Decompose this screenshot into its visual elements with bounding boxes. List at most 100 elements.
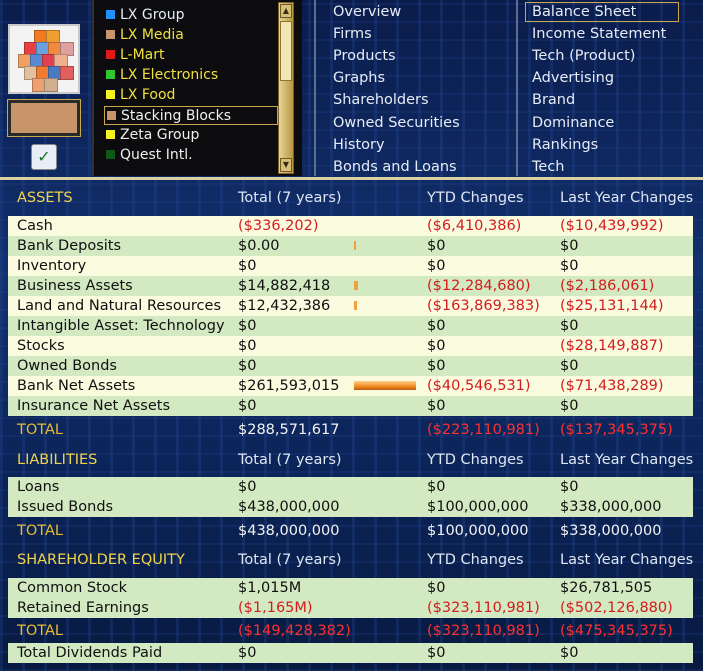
firm-item-label: LX Food bbox=[120, 87, 176, 103]
company-logo-blocks-icon[interactable] bbox=[8, 24, 80, 94]
row-label: TOTAL bbox=[17, 523, 63, 539]
firm-item[interactable]: L-Mart bbox=[106, 46, 276, 65]
column-header-ytd: YTD Changes bbox=[427, 552, 524, 568]
cell-ytd: $0 bbox=[427, 645, 446, 661]
report-menu-item[interactable]: Dominance bbox=[532, 113, 614, 133]
cell-ytd: $0 bbox=[427, 338, 446, 354]
total-row: TOTAL $288,571,617 ($223,110,981) ($137,345… bbox=[8, 420, 693, 440]
row-label: Stocks bbox=[17, 338, 65, 354]
cell-total: $261,593,015 bbox=[238, 378, 340, 394]
cell-last-year: ($10,439,992) bbox=[560, 218, 664, 234]
firm-color-icon bbox=[106, 70, 115, 79]
row-label: TOTAL bbox=[17, 422, 63, 438]
cell-last-year: ($71,438,289) bbox=[560, 378, 664, 394]
firm-item[interactable]: LX Food bbox=[106, 86, 276, 105]
cell-last-year: $0 bbox=[560, 358, 579, 374]
cell-last-year: $0 bbox=[560, 318, 579, 334]
report-menu-item[interactable]: Brand bbox=[532, 90, 575, 110]
firm-item[interactable]: Stacking Blocks bbox=[104, 106, 278, 125]
firm-color-swatch[interactable] bbox=[7, 99, 81, 137]
cell-last-year: ($2,186,061) bbox=[560, 278, 655, 294]
firm-item[interactable]: LX Group bbox=[106, 6, 276, 25]
cell-last-year: $0 bbox=[560, 398, 579, 414]
row-label: Insurance Net Assets bbox=[17, 398, 171, 414]
column-header-ytd: YTD Changes bbox=[427, 190, 524, 206]
cell-ytd: $0 bbox=[427, 580, 446, 596]
firm-item[interactable]: LX Electronics bbox=[106, 66, 276, 85]
cell-ytd: $0 bbox=[427, 318, 446, 334]
report-menu-item[interactable]: Products bbox=[333, 46, 396, 66]
cell-total: $438,000,000 bbox=[238, 499, 340, 515]
scroll-down-icon[interactable]: ▼ bbox=[280, 158, 292, 172]
report-menu-item[interactable]: Graphs bbox=[333, 68, 385, 88]
cell-last-year: $0 bbox=[560, 479, 579, 495]
firm-item-label: L-Mart bbox=[120, 47, 165, 63]
cell-last-year: ($502,126,880) bbox=[560, 600, 673, 616]
cell-total: $0 bbox=[238, 398, 257, 414]
cell-total: ($149,428,382) bbox=[238, 623, 351, 639]
table-row: Loans $0 $0 $0 bbox=[8, 477, 693, 497]
section-title: SHAREHOLDER EQUITY bbox=[17, 552, 185, 568]
firm-item-label: LX Media bbox=[120, 27, 184, 43]
firm-item[interactable]: Zeta Group bbox=[106, 126, 276, 145]
cell-last-year: ($25,131,144) bbox=[560, 298, 664, 314]
row-label: Cash bbox=[17, 218, 53, 234]
row-label: Owned Bonds bbox=[17, 358, 117, 374]
section-title: LIABILITIES bbox=[17, 452, 98, 468]
scroll-up-icon[interactable]: ▲ bbox=[280, 4, 292, 18]
report-menu-item[interactable]: Shareholders bbox=[333, 90, 429, 110]
table-row: Intangible Asset: Technology $0 $0 $0 bbox=[8, 316, 693, 336]
row-label: Loans bbox=[17, 479, 60, 495]
row-label: Issued Bonds bbox=[17, 499, 114, 515]
report-menu-item[interactable]: Bonds and Loans bbox=[333, 157, 457, 177]
firm-list-scrollbar[interactable]: ▲ ▼ bbox=[278, 2, 294, 174]
table-row: Retained Earnings ($1,165M) ($323,110,981)… bbox=[8, 598, 693, 618]
firm-item-label: LX Group bbox=[120, 7, 185, 23]
firm-item[interactable]: Quest Intl. bbox=[106, 146, 276, 165]
cell-ytd: ($40,546,531) bbox=[427, 378, 531, 394]
report-menu-item[interactable]: Overview bbox=[333, 2, 401, 22]
firm-item-label: Stacking Blocks bbox=[121, 108, 232, 124]
cell-last-year: $338,000,000 bbox=[560, 523, 662, 539]
report-menu-item[interactable]: Balance Sheet bbox=[525, 2, 679, 22]
report-menu-item[interactable]: Advertising bbox=[532, 68, 614, 88]
row-label: Inventory bbox=[17, 258, 87, 274]
firm-item[interactable]: LX Media bbox=[106, 26, 276, 45]
table-row: Business Assets $14,882,418 ($12,284,680) (… bbox=[8, 276, 693, 296]
row-label: Land and Natural Resources bbox=[17, 298, 221, 314]
column-header-total: Total (7 years) bbox=[238, 552, 342, 568]
column-header-ytd: YTD Changes bbox=[427, 452, 524, 468]
report-menu-item[interactable]: Firms bbox=[333, 24, 372, 44]
cell-last-year: $0 bbox=[560, 238, 579, 254]
table-row: Common Stock $1,015M $0 $26,781,505 bbox=[8, 578, 693, 598]
table-row: Bank Net Assets $261,593,015 ($40,546,531)… bbox=[8, 376, 693, 396]
report-menu-item[interactable]: History bbox=[333, 135, 385, 155]
chart-report-icon[interactable]: ✓ bbox=[31, 144, 57, 170]
scroll-thumb[interactable] bbox=[280, 21, 292, 81]
report-menu-item[interactable]: Owned Securities bbox=[333, 113, 460, 133]
cell-total: $0 bbox=[238, 258, 257, 274]
report-menu-item[interactable]: Rankings bbox=[532, 135, 598, 155]
cell-total: $14,882,418 bbox=[238, 278, 331, 294]
cell-ytd: $0 bbox=[427, 358, 446, 374]
firm-color-icon bbox=[106, 90, 115, 99]
cell-ytd: ($163,869,383) bbox=[427, 298, 540, 314]
cell-total: $0 bbox=[238, 318, 257, 334]
column-header-last-year: Last Year Changes bbox=[560, 452, 694, 468]
report-menu-item[interactable]: Income Statement bbox=[532, 24, 666, 44]
row-label: Bank Net Assets bbox=[17, 378, 136, 394]
table-row: Insurance Net Assets $0 $0 $0 bbox=[8, 396, 693, 416]
report-menu-item[interactable]: Tech bbox=[532, 157, 564, 177]
asset-share-bar bbox=[354, 241, 356, 250]
cell-total: $0 bbox=[238, 645, 257, 661]
cell-last-year: ($137,345,375) bbox=[560, 422, 673, 438]
firm-color-icon bbox=[107, 111, 116, 120]
column-header-last-year: Last Year Changes bbox=[560, 552, 694, 568]
cell-ytd: ($323,110,981) bbox=[427, 623, 540, 639]
cell-last-year: $0 bbox=[560, 645, 579, 661]
cell-ytd: $0 bbox=[427, 258, 446, 274]
row-label: TOTAL bbox=[17, 623, 63, 639]
cell-ytd: $0 bbox=[427, 479, 446, 495]
cell-last-year: $338,000,000 bbox=[560, 499, 662, 515]
report-menu-item[interactable]: Tech (Product) bbox=[532, 46, 635, 66]
